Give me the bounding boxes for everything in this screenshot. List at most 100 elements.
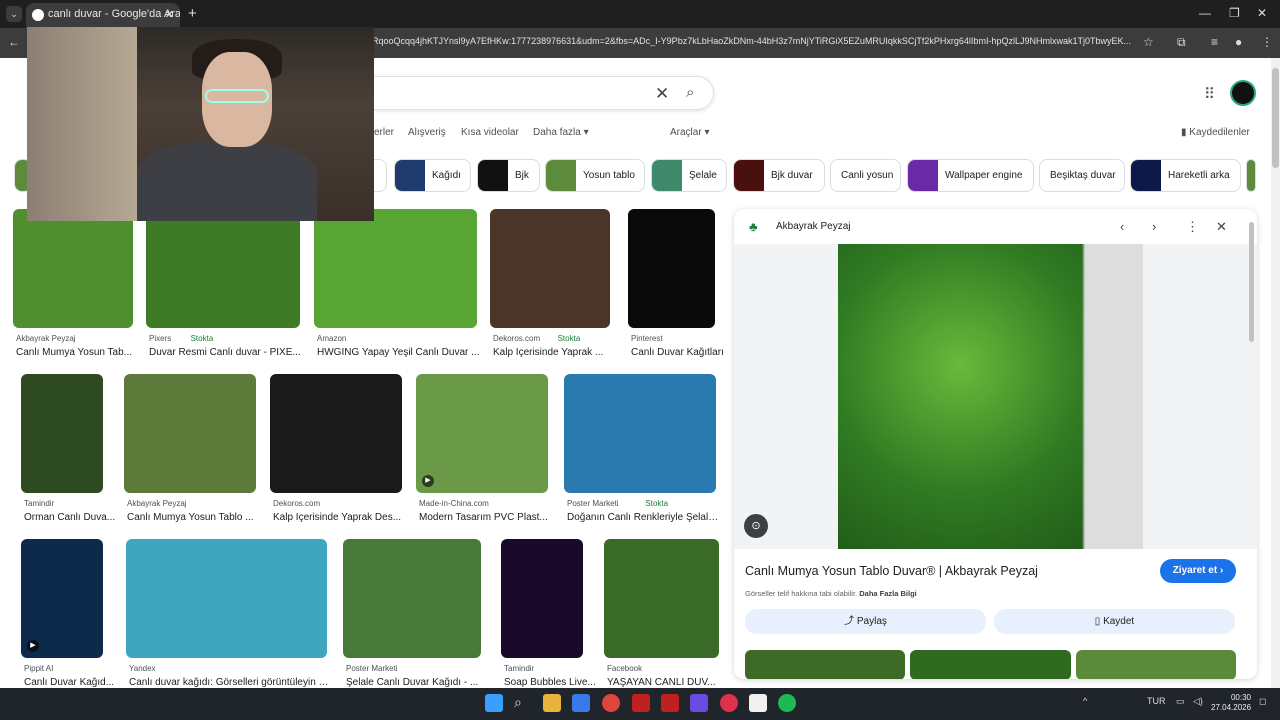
- filter-shopping[interactable]: Alışveriş: [408, 127, 446, 138]
- result-image[interactable]: [270, 374, 402, 493]
- panel-scrollbar[interactable]: [1249, 222, 1254, 342]
- result-source[interactable]: Tamindir: [24, 499, 54, 508]
- preview-image[interactable]: [838, 244, 1143, 549]
- close-window-icon[interactable]: ✕: [1257, 6, 1267, 20]
- tools-button[interactable]: Araçlar ▾: [670, 127, 709, 138]
- result-source[interactable]: Dekoros.com: [493, 334, 540, 343]
- file-explorer-icon[interactable]: [543, 694, 561, 712]
- back-icon[interactable]: ←: [8, 35, 20, 49]
- notifications-icon[interactable]: ◻: [1259, 696, 1266, 707]
- related-image[interactable]: [910, 650, 1071, 679]
- apps-icon[interactable]: ⠿: [1204, 85, 1215, 103]
- result-source[interactable]: Made-in-China.com: [419, 499, 489, 508]
- result-image[interactable]: ▶: [416, 374, 548, 493]
- tray-chevron-icon[interactable]: ^: [1083, 696, 1087, 706]
- chip-2[interactable]: Bjk: [477, 159, 540, 192]
- result-image[interactable]: [501, 539, 583, 658]
- panel-source[interactable]: Akbayrak Peyzaj: [776, 221, 850, 232]
- avatar[interactable]: [1230, 80, 1256, 106]
- reading-list-icon[interactable]: ≡: [1211, 35, 1218, 49]
- chip-4[interactable]: Şelale: [651, 159, 727, 192]
- result-title[interactable]: Canlı duvar kağıdı: Görselleri görüntüle…: [129, 677, 330, 688]
- filter-tab[interactable]: erler: [374, 127, 394, 138]
- result-source[interactable]: Pixers: [149, 334, 171, 343]
- bookmark-star-icon[interactable]: ☆: [1143, 35, 1154, 49]
- result-source[interactable]: Poster Marketi: [567, 499, 619, 508]
- chip-5[interactable]: Bjk duvar: [733, 159, 825, 192]
- result-image[interactable]: [564, 374, 716, 493]
- app-icon[interactable]: [690, 694, 708, 712]
- save-button[interactable]: ▯ Kaydet: [994, 609, 1235, 634]
- browser-tab[interactable]: canlı duvar - Google'da Ara ✕: [26, 3, 180, 28]
- language-indicator[interactable]: TUR: [1147, 696, 1166, 706]
- extensions-icon[interactable]: ⧉: [1177, 35, 1186, 50]
- result-image[interactable]: [628, 209, 715, 328]
- clock[interactable]: 00:30 27.04.2026: [1211, 693, 1251, 713]
- result-title[interactable]: YAŞAYAN CANLI DUV...: [607, 677, 732, 688]
- result-title[interactable]: HWGING Yapay Yeşil Canlı Duvar ...: [317, 347, 480, 358]
- search-icon[interactable]: ⌕: [686, 84, 694, 101]
- page-scrollbar[interactable]: [1271, 58, 1280, 688]
- url-field[interactable]: RqooQcqq4jhKTJYnsl9yA7EfHKw:177723897663…: [372, 36, 1140, 50]
- result-source[interactable]: Dekoros.com: [273, 499, 320, 508]
- result-image[interactable]: [604, 539, 719, 658]
- menu-icon[interactable]: ⋮: [1261, 35, 1273, 49]
- close-icon[interactable]: ✕: [1216, 219, 1227, 235]
- chip-1[interactable]: Kağıdı: [394, 159, 471, 192]
- result-source[interactable]: Akbayrak Peyzaj: [127, 499, 187, 508]
- app-icon[interactable]: [720, 694, 738, 712]
- spotify-icon[interactable]: [778, 694, 796, 712]
- result-source[interactable]: Akbayrak Peyzaj: [16, 334, 76, 343]
- result-title[interactable]: Canlı Mumya Yosun Tab...: [16, 347, 141, 358]
- saved-link[interactable]: ▮ Kaydedilenler: [1181, 127, 1250, 138]
- result-source[interactable]: Poster Marketi: [346, 664, 398, 673]
- result-image[interactable]: [13, 209, 133, 328]
- result-image[interactable]: [146, 209, 300, 328]
- result-title[interactable]: Canlı Mumya Yosun Tablo ...: [127, 512, 259, 523]
- result-title[interactable]: Şelale Canlı Duvar Kağıdı - ...: [346, 677, 484, 688]
- app-icon[interactable]: [661, 694, 679, 712]
- chip-9[interactable]: Hareketli arka: [1130, 159, 1241, 192]
- chip-partial-right[interactable]: [1246, 159, 1256, 192]
- result-title[interactable]: Duvar Resmi Canlı duvar - PIXE...: [149, 347, 303, 358]
- result-image[interactable]: [314, 209, 477, 328]
- notion-icon[interactable]: [749, 694, 767, 712]
- taskbar-search-icon[interactable]: ⌕: [514, 694, 532, 712]
- result-image[interactable]: [21, 374, 103, 493]
- result-image[interactable]: [490, 209, 610, 328]
- lens-icon[interactable]: ⊙: [744, 514, 768, 538]
- share-button[interactable]: ⤴ Paylaş: [745, 609, 986, 634]
- network-icon[interactable]: ▭: [1176, 696, 1185, 707]
- result-source[interactable]: Yandex: [129, 664, 156, 673]
- panel-title[interactable]: Canlı Mumya Yosun Tablo Duvar® | Akbayra…: [745, 564, 1038, 578]
- filter-short-videos[interactable]: Kısa videolar: [461, 127, 519, 138]
- result-image[interactable]: [126, 539, 327, 658]
- result-source[interactable]: Facebook: [607, 664, 642, 673]
- chrome-icon[interactable]: [602, 694, 620, 712]
- maximize-icon[interactable]: ❐: [1229, 6, 1240, 20]
- new-tab-icon[interactable]: +: [188, 5, 197, 22]
- result-source[interactable]: Amazon: [317, 334, 346, 343]
- chip-3[interactable]: Yosun tablo: [545, 159, 645, 192]
- clear-icon[interactable]: ✕: [655, 84, 669, 104]
- result-source[interactable]: Pinterest: [631, 334, 663, 343]
- visit-button[interactable]: Ziyaret et ›: [1160, 559, 1236, 583]
- result-title[interactable]: Modern Tasarım PVC Plast...: [419, 512, 551, 523]
- chip-8[interactable]: Beşiktaş duvar: [1039, 159, 1125, 192]
- result-image[interactable]: [343, 539, 481, 658]
- result-source[interactable]: Tamindir: [504, 664, 534, 673]
- related-image[interactable]: [745, 650, 905, 679]
- chevron-right-icon[interactable]: ›: [1152, 219, 1156, 234]
- app-icon[interactable]: [632, 694, 650, 712]
- result-source[interactable]: Pippit AI: [24, 664, 53, 673]
- tab-search-icon[interactable]: ⌄: [6, 6, 22, 22]
- result-title[interactable]: Kalp İçerisinde Yaprak ...: [493, 347, 618, 358]
- start-icon[interactable]: [485, 694, 503, 712]
- result-image[interactable]: ▶: [21, 539, 103, 658]
- result-image[interactable]: [124, 374, 256, 493]
- filter-more[interactable]: Daha fazla ▾: [533, 127, 589, 138]
- minimize-icon[interactable]: —: [1199, 6, 1211, 20]
- photos-icon[interactable]: [572, 694, 590, 712]
- chip-6[interactable]: Canli yosun: [830, 159, 901, 192]
- chip-7[interactable]: Wallpaper engine: [907, 159, 1034, 192]
